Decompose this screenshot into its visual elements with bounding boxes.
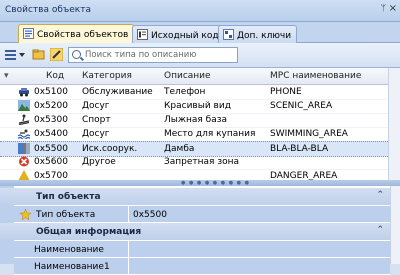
ski-icon: [18, 114, 30, 125]
dam-icon: [18, 143, 30, 154]
cell-mpc-name: DANGER_AREA: [270, 171, 338, 180]
cell-description: Красивый вид: [164, 101, 231, 111]
property-name: Наименование: [34, 245, 104, 255]
sort-indicator[interactable]: ▾: [4, 71, 9, 81]
splitter-grip-icon: ● ● ● ● ● ● ● ● ●: [181, 180, 250, 186]
code-icon: [137, 29, 148, 40]
cell-description: Место для купания: [164, 129, 256, 139]
close-icon[interactable]: ×: [389, 3, 397, 14]
tab-label: Свойства объектов: [37, 30, 129, 40]
search-box[interactable]: [68, 47, 238, 63]
cell-code: 0x5600: [34, 157, 68, 167]
property-value: 0x5500: [133, 210, 167, 220]
property-value-cell[interactable]: [129, 258, 390, 275]
table-row[interactable]: 0x5600 Другое Запретная зона: [0, 155, 388, 170]
property-name-cell: Наименование1: [14, 258, 129, 275]
tab-source-code[interactable]: Исходный код: [132, 25, 225, 43]
cell-category: Иск.соорук.: [82, 144, 138, 154]
property-name-cell: Наименование: [14, 241, 129, 258]
property-scrollbar[interactable]: [390, 186, 400, 264]
table-row[interactable]: 0x5700 DANGER_AREA: [0, 169, 388, 180]
collapse-icon[interactable]: ⌃: [376, 190, 384, 200]
cell-category: Досуг: [82, 101, 110, 111]
collapse-icon[interactable]: ⌃: [376, 225, 384, 235]
pin-icon[interactable]: ᛘ: [381, 4, 386, 14]
cell-description: Телефон: [164, 87, 206, 97]
column-header-description[interactable]: Описание: [164, 71, 211, 81]
tab-label: Исходный код: [151, 31, 219, 41]
tab-object-properties[interactable]: Свойства объектов: [18, 24, 135, 44]
cell-description: Запретная зона: [164, 157, 240, 167]
cell-mpc-name: BLA-BLA-BLA: [270, 144, 329, 154]
cell-description: Дамба: [164, 144, 195, 154]
car-icon: [19, 88, 29, 97]
property-value-cell[interactable]: 0x5500: [129, 206, 390, 223]
table-row[interactable]: 0x5300 Спорт Лыжная база: [0, 113, 388, 128]
list-view-icon[interactable]: [4, 48, 17, 61]
cell-code: 0x5400: [34, 129, 68, 139]
object-types-grid: ▾ Код Категория Описание МРС наименовани…: [0, 68, 389, 180]
cell-description: Лыжная база: [164, 115, 228, 125]
search-input[interactable]: [85, 49, 235, 61]
landscape-icon: [18, 100, 30, 111]
cell-category: Обслуживание: [82, 87, 153, 97]
property-value-cell[interactable]: [129, 241, 390, 258]
column-header-mpc-name[interactable]: МРС наименование: [270, 71, 361, 81]
category-general-info[interactable]: Общая информация ⌃: [0, 223, 390, 240]
property-row-name[interactable]: Наименование: [0, 241, 390, 258]
star-icon: [20, 209, 31, 220]
cell-mpc-name: PHONE: [270, 87, 302, 97]
table-row[interactable]: 0x5200 Досуг Красивый вид SCENIC_AREA: [0, 99, 388, 114]
grid-header: ▾ Код Категория Описание МРС наименовани…: [0, 68, 388, 85]
cell-code: 0x5200: [34, 101, 68, 111]
search-icon: [72, 50, 81, 59]
category-label: Общая информация: [36, 227, 142, 237]
property-row-type[interactable]: Тип объекта 0x5500: [0, 206, 390, 223]
cell-code: 0x5700: [34, 171, 68, 180]
property-grid: Тип объекта ⌃ Тип объекта 0x5500 Общая и…: [0, 186, 400, 275]
cell-category: Досуг: [82, 129, 110, 139]
cell-category: Спорт: [82, 115, 111, 125]
keys-icon: [223, 29, 234, 40]
category-object-type[interactable]: Тип объекта ⌃: [0, 188, 390, 205]
tab-label: Доп. ключи: [237, 31, 292, 41]
panel-title-bar: Свойства объекта ᛘ ×: [0, 0, 400, 22]
category-label: Тип объекта: [36, 192, 101, 202]
toolbar: [0, 43, 400, 68]
cell-mpc-name: SWIMMING_AREA: [270, 129, 348, 139]
grid-scrollbar[interactable]: [388, 68, 400, 180]
column-header-category[interactable]: Категория: [82, 71, 132, 81]
cell-code: 0x5300: [34, 115, 68, 125]
cell-code: 0x5500: [34, 144, 68, 154]
property-name-cell: Тип объекта: [14, 206, 129, 223]
property-row-name1[interactable]: Наименование1: [0, 258, 390, 275]
properties-icon: [23, 28, 34, 39]
open-folder-icon[interactable]: [32, 48, 45, 61]
cell-code: 0x5100: [34, 87, 68, 97]
tab-extra-keys[interactable]: Доп. ключи: [218, 25, 298, 43]
cell-category: Другое: [82, 157, 116, 167]
table-row[interactable]: 0x5400 Досуг Место для купания SWIMMING_…: [0, 127, 388, 142]
property-name: Тип объекта: [36, 210, 96, 220]
danger-icon: [18, 170, 30, 180]
panel-title: Свойства объекта: [5, 5, 91, 15]
cell-mpc-name: SCENIC_AREA: [270, 101, 333, 111]
edit-icon[interactable]: [50, 48, 63, 61]
swimmer-icon: [18, 129, 30, 139]
tab-strip: Свойства объектов Исходный код Доп. ключ…: [0, 22, 400, 44]
table-row[interactable]: 0x5100 Обслуживание Телефон PHONE: [0, 85, 388, 100]
column-header-code[interactable]: Код: [46, 71, 64, 81]
no-entry-icon: [19, 156, 29, 167]
chevron-down-icon[interactable]: [18, 48, 26, 61]
